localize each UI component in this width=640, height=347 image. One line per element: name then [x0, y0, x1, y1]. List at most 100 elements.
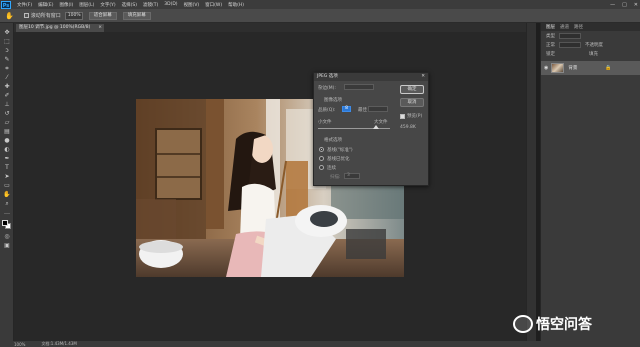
- dialog-body: 杂边(M): 图像选项 品质(Q): 8 最佳 小文件 大文件 格式选项 基线(…: [314, 81, 428, 185]
- quality-slider-track[interactable]: [318, 128, 390, 129]
- marquee-tool-icon[interactable]: ⬚: [3, 38, 11, 45]
- type-tool-icon[interactable]: T: [3, 164, 11, 171]
- small-file-label: 小文件: [318, 120, 332, 125]
- quality-level-label: 最佳: [358, 108, 367, 113]
- cancel-button[interactable]: 取消: [400, 98, 424, 107]
- fit-screen-button[interactable]: 适合屏幕: [88, 11, 117, 20]
- tab-paths[interactable]: 路径: [574, 24, 583, 30]
- healing-tool-icon[interactable]: ✚: [3, 83, 11, 90]
- document-tab-label: 图层10 调节.jpg @ 100%(RGB/8): [19, 25, 91, 30]
- menu-type[interactable]: 文字(Y): [100, 2, 115, 8]
- watermark-text: 悟空问答: [536, 317, 592, 333]
- tab-channels[interactable]: 通道: [560, 24, 569, 30]
- more-tools-icon[interactable]: …: [3, 209, 11, 216]
- crop-tool-icon[interactable]: ⌗: [3, 65, 11, 72]
- menu-help[interactable]: 帮助(H): [228, 2, 244, 8]
- dialog-title: JPEG 选项: [317, 74, 338, 79]
- filter-kind-select[interactable]: [559, 32, 581, 39]
- matte-select[interactable]: [344, 84, 374, 90]
- baseline-optimized-radio[interactable]: [319, 156, 324, 161]
- blend-mode-label: 正常: [546, 42, 555, 48]
- clone-stamp-tool-icon[interactable]: ⊥: [3, 101, 11, 108]
- path-select-tool-icon[interactable]: ➤: [3, 173, 11, 180]
- layer-filter-row: 类型: [541, 31, 640, 40]
- baseline-standard-radio[interactable]: [319, 147, 324, 152]
- zoom-tool-icon[interactable]: ⌕: [3, 200, 11, 207]
- dialog-close-icon[interactable]: ✕: [421, 73, 425, 81]
- quality-label: 品质(Q):: [318, 108, 336, 113]
- menu-edit[interactable]: 编辑(E): [38, 2, 53, 8]
- quality-level-select[interactable]: [368, 106, 388, 112]
- menu-select[interactable]: 选择(S): [122, 2, 137, 8]
- preview-checkbox[interactable]: [400, 114, 405, 119]
- lock-label: 锁定: [546, 51, 555, 57]
- tab-close-icon[interactable]: ×: [98, 24, 102, 32]
- screen-mode-icon[interactable]: ▣: [3, 242, 11, 249]
- quality-input[interactable]: 8: [342, 106, 351, 112]
- baseline-standard-label: 基线("标准"): [327, 148, 353, 153]
- ok-button[interactable]: 确定: [400, 85, 424, 94]
- baseline-optimized-label: 基线已优化: [327, 157, 350, 162]
- layer-row-background[interactable]: ◉ 背景 🔒: [541, 61, 640, 75]
- layer-thumbnail: [551, 63, 565, 73]
- visibility-eye-icon[interactable]: ◉: [544, 65, 548, 71]
- preview-label: 预览(P): [407, 114, 423, 119]
- status-doc-info: 文档:1.43M/1.43M: [41, 341, 77, 346]
- document-tab-bar: 图层10 调节.jpg @ 100%(RGB/8) ×: [14, 23, 526, 32]
- checkbox-icon: [23, 13, 29, 18]
- hand-tool-icon[interactable]: ✋: [3, 191, 11, 198]
- dialog-title-bar[interactable]: JPEG 选项 ✕: [314, 73, 428, 81]
- dodge-tool-icon[interactable]: ◐: [3, 146, 11, 153]
- pen-tool-icon[interactable]: ✒: [3, 155, 11, 162]
- eyedropper-tool-icon[interactable]: ⁄: [3, 74, 11, 81]
- fill-screen-button[interactable]: 填充屏幕: [122, 11, 151, 20]
- panel-dock-strip: [526, 23, 536, 341]
- blend-mode-row: 正常 不透明度: [541, 40, 640, 49]
- history-brush-tool-icon[interactable]: ↺: [3, 110, 11, 117]
- gradient-tool-icon[interactable]: ▤: [3, 128, 11, 135]
- status-bar: 100% 文档:1.43M/1.43M: [0, 341, 640, 347]
- window-controls: — □ ✕: [610, 0, 638, 9]
- menu-layer[interactable]: 图层(L): [79, 2, 94, 8]
- minimize-icon[interactable]: —: [610, 2, 615, 8]
- hand-tool-icon[interactable]: ✋: [5, 12, 14, 20]
- menu-window[interactable]: 窗口(W): [205, 2, 222, 8]
- lock-row: 锁定 填充: [541, 49, 640, 58]
- eraser-tool-icon[interactable]: ▱: [3, 119, 11, 126]
- scroll-all-windows-checkbox[interactable]: 滚动所有窗口: [23, 12, 61, 19]
- image-options-label: 图像选项: [324, 98, 342, 103]
- move-tool-icon[interactable]: ✥: [3, 29, 11, 36]
- menu-view[interactable]: 视图(V): [184, 2, 200, 8]
- tools-panel: ✥ ⬚ ↄ ✎ ⌗ ⁄ ✚ ✐ ⊥ ↺ ▱ ▤ ● ◐ ✒ T ➤ ▭ ✋ ⌕ …: [0, 23, 14, 341]
- brush-tool-icon[interactable]: ✐: [3, 92, 11, 99]
- foreground-color-swatch[interactable]: [2, 220, 8, 226]
- opacity-label: 不透明度: [585, 42, 603, 48]
- menu-filter[interactable]: 滤镜(T): [143, 2, 158, 8]
- quick-select-tool-icon[interactable]: ✎: [3, 56, 11, 63]
- tab-layers[interactable]: 图层: [546, 24, 555, 30]
- watermark: 悟空问答: [513, 314, 592, 334]
- matte-label: 杂边(M):: [318, 86, 336, 91]
- menu-3d[interactable]: 3D(D): [164, 2, 177, 7]
- quality-slider-thumb[interactable]: [372, 125, 379, 129]
- fill-label: 填充: [589, 51, 598, 57]
- scans-select[interactable]: 3: [344, 173, 360, 179]
- wukong-logo-icon: [513, 315, 533, 333]
- blend-mode-select[interactable]: [559, 41, 581, 48]
- quick-mask-icon[interactable]: ◎: [3, 233, 11, 240]
- canvas-area[interactable]: [14, 32, 526, 341]
- shape-tool-icon[interactable]: ▭: [3, 182, 11, 189]
- progressive-radio[interactable]: [319, 165, 324, 170]
- menu-image[interactable]: 图像(I): [59, 2, 73, 8]
- lasso-tool-icon[interactable]: ↄ: [3, 47, 11, 54]
- close-icon[interactable]: ✕: [634, 2, 638, 8]
- progressive-label: 连续: [327, 166, 336, 171]
- menu-file[interactable]: 文件(F): [17, 2, 32, 8]
- document-tab[interactable]: 图层10 调节.jpg @ 100%(RGB/8) ×: [16, 24, 104, 32]
- zoom-field[interactable]: 100%: [64, 11, 83, 20]
- maximize-icon[interactable]: □: [622, 2, 627, 8]
- layer-name: 背景: [568, 66, 578, 71]
- lock-icon: 🔒: [605, 65, 612, 71]
- photoshop-logo: Ps: [1, 0, 11, 9]
- blur-tool-icon[interactable]: ●: [3, 137, 11, 144]
